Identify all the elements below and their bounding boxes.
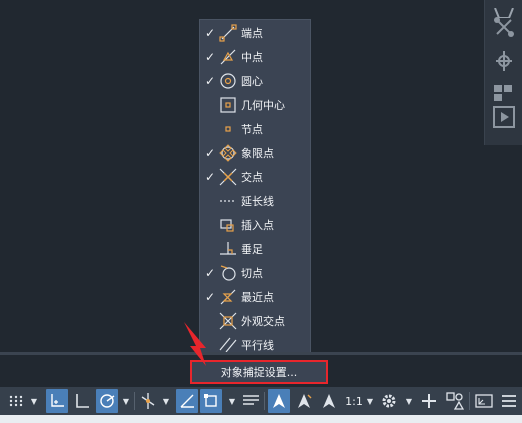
workspace-dropdown-icon[interactable]: ▼ (403, 389, 415, 413)
tangent-icon (220, 265, 236, 281)
check-icon: ✓ (205, 74, 216, 88)
menu-item-geometric-center[interactable]: 几何中心 (200, 93, 312, 117)
menu-item-endpoint[interactable]: ✓ 端点 (200, 21, 312, 45)
lineweight-icon[interactable] (240, 389, 262, 413)
midpoint-icon (220, 49, 236, 65)
pan-icon[interactable] (489, 14, 519, 40)
annotation-scale-text: 1:1 (345, 394, 363, 408)
insertion-icon (220, 219, 234, 232)
check-icon: ✓ (205, 290, 216, 304)
snap-mode-icon[interactable] (46, 389, 68, 413)
plus-icon[interactable] (418, 389, 440, 413)
menu-item-midpoint[interactable]: ✓ 中点 (200, 45, 312, 69)
menu-item-label: 端点 (241, 27, 263, 40)
menu-item-label: 插入点 (241, 219, 274, 232)
menu-item-label: 中点 (241, 51, 263, 64)
annotation-scale-icon[interactable] (318, 389, 340, 413)
menu-item-label: 外观交点 (241, 315, 285, 328)
check-icon: ✓ (205, 26, 216, 40)
center-icon (220, 73, 236, 89)
menu-item-center[interactable]: ✓ 圆心 (200, 69, 312, 93)
menu-item-label: 圆心 (241, 75, 263, 88)
divider (469, 392, 470, 410)
navigation-bar (484, 0, 522, 145)
check-icon: ✓ (205, 146, 216, 160)
showmotion-icon[interactable] (489, 104, 519, 130)
auto-scale-icon[interactable] (293, 389, 315, 413)
zoom-icon[interactable] (489, 80, 519, 106)
quadrant-icon (219, 144, 237, 162)
menu-item-label: 象限点 (241, 147, 274, 160)
divider (264, 392, 265, 410)
menu-item-label: 平行线 (241, 339, 274, 352)
ortho-icon[interactable] (71, 389, 93, 413)
apparent-intersection-icon (219, 312, 237, 330)
menu-item-insertion[interactable]: 插入点 (200, 213, 312, 237)
annotation-scale-value[interactable]: 1:1 (343, 389, 365, 413)
grid-icon[interactable] (6, 389, 26, 413)
fullscreen-icon[interactable] (473, 389, 495, 413)
settings-label: 对象捕捉设置... (220, 366, 298, 379)
geometric-center-icon (220, 97, 236, 113)
grid-dropdown-icon[interactable]: ▼ (28, 389, 40, 413)
menu-item-node[interactable]: 节点 (200, 117, 312, 141)
menu-item-nearest[interactable]: ✓ 最近点 (200, 285, 312, 309)
divider (134, 392, 135, 410)
check-icon: ✓ (205, 266, 216, 280)
menu-item-label: 交点 (241, 171, 263, 184)
isometric-dropdown-icon[interactable]: ▼ (160, 389, 172, 413)
menu-item-quadrant[interactable]: ✓ 象限点 (200, 141, 312, 165)
isometric-drafting-icon[interactable] (138, 389, 158, 413)
polar-dropdown-icon[interactable]: ▼ (120, 389, 132, 413)
check-icon: ✓ (205, 170, 216, 184)
extension-icon (220, 200, 236, 202)
menu-item-tangent[interactable]: ✓ 切点 (200, 261, 312, 285)
menu-item-perpendicular[interactable]: 垂足 (200, 237, 312, 261)
object-snap-icon[interactable] (200, 389, 222, 413)
menu-item-extension[interactable]: 延长线 (200, 189, 312, 213)
object-snap-dropdown-icon[interactable]: ▼ (226, 389, 238, 413)
nearest-icon (220, 289, 236, 305)
window-bottom-strip (0, 415, 522, 423)
annotation-arrow-icon (184, 322, 206, 366)
menu-item-label: 切点 (241, 267, 263, 280)
orbit-icon[interactable] (489, 48, 519, 74)
node-icon (225, 126, 231, 132)
intersection-icon (219, 168, 237, 186)
perpendicular-icon (220, 242, 236, 255)
menu-item-intersection[interactable]: ✓ 交点 (200, 165, 312, 189)
annotation-visibility-icon[interactable] (268, 389, 290, 413)
polar-tracking-icon[interactable] (96, 389, 118, 413)
gear-icon[interactable] (378, 389, 400, 413)
check-icon: ✓ (205, 50, 216, 64)
object-snap-menu: ✓ 端点 ✓ 中点 ✓ 圆心 几何中心 节点 ✓ 象限点 ✓ 交点 延长线 插入… (199, 19, 311, 354)
scale-dropdown-icon[interactable]: ▼ (364, 389, 376, 413)
menu-item-label: 节点 (241, 123, 263, 136)
menu-item-label: 几何中心 (241, 99, 285, 112)
menu-item-label: 垂足 (241, 243, 263, 256)
isolate-objects-icon[interactable] (444, 389, 466, 413)
endpoint-icon (219, 24, 237, 42)
customization-menu-icon[interactable] (498, 389, 520, 413)
object-snap-tracking-icon[interactable] (176, 389, 198, 413)
menu-item-label: 最近点 (241, 291, 274, 304)
menu-item-label: 延长线 (241, 195, 274, 208)
